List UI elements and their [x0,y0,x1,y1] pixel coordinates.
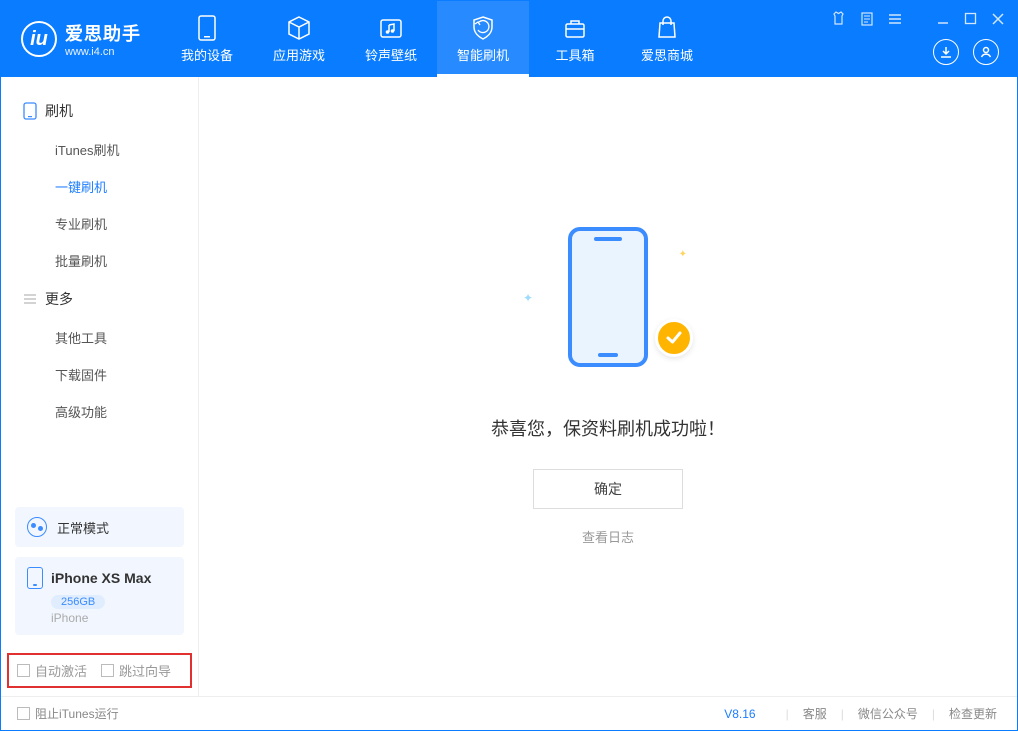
section-flash: 刷机 [1,91,198,131]
link-wechat[interactable]: 微信公众号 [854,705,922,722]
checkbox-icon [101,664,114,677]
music-folder-icon [378,15,404,41]
sidebar-item-itunes-flash[interactable]: iTunes刷机 [1,131,198,168]
sparkle-icon: ✦ [679,249,687,260]
phone-illustration [568,227,648,367]
nav-smart-flash[interactable]: 智能刷机 [437,1,529,77]
menu-icon[interactable] [888,12,902,26]
phone-icon [194,15,220,41]
section-more: 更多 [1,279,198,319]
check-icon [655,319,693,357]
phone-icon [27,567,43,589]
toolbox-icon [562,15,588,41]
version-label: V8.16 [724,707,755,721]
download-icon[interactable] [933,39,959,65]
mode-label: 正常模式 [57,518,109,537]
sidebar-item-pro-flash[interactable]: 专业刷机 [1,205,198,242]
header-bottom-actions [933,39,999,65]
nav-store[interactable]: 爱思商城 [621,1,713,77]
nav-toolbox[interactable]: 工具箱 [529,1,621,77]
device-name: iPhone XS Max [51,570,151,586]
window-controls [831,11,1005,26]
tshirt-icon[interactable] [831,11,846,26]
device-icon [23,102,37,120]
success-illustration: ✦ ✦ ✦ [533,227,683,387]
sidebar-menu: 刷机 iTunes刷机 一键刷机 专业刷机 批量刷机 更多 其他工具 下载固件 … [1,77,198,444]
link-check-update[interactable]: 检查更新 [945,705,1001,722]
checkbox-block-itunes[interactable]: 阻止iTunes运行 [17,705,119,722]
sparkle-icon: ✦ [523,291,533,305]
top-nav: 我的设备 应用游戏 铃声壁纸 智能刷机 [161,1,713,77]
cube-icon [286,15,312,41]
shield-icon [470,15,496,41]
mode-icon [27,517,47,537]
logo-icon: iu [21,21,57,57]
success-message: 恭喜您，保资料刷机成功啦！ [491,415,725,441]
sidebar: 刷机 iTunes刷机 一键刷机 专业刷机 批量刷机 更多 其他工具 下载固件 … [1,77,199,696]
device-panel: 正常模式 iPhone XS Max 256GB iPhone [1,499,198,643]
main-content: ✦ ✦ ✦ 恭喜您，保资料刷机成功啦！ 确定 查看日志 [199,77,1017,696]
sidebar-item-download-firmware[interactable]: 下载固件 [1,356,198,393]
titlebar: iu 爱思助手 www.i4.cn 我的设备 应用游戏 [1,1,1017,77]
app-window: iu 爱思助手 www.i4.cn 我的设备 应用游戏 [0,0,1018,731]
close-icon[interactable] [991,12,1005,26]
view-log-link[interactable]: 查看日志 [582,527,634,546]
link-support[interactable]: 客服 [799,705,831,722]
sidebar-item-oneclick-flash[interactable]: 一键刷机 [1,168,198,205]
bag-icon [654,15,680,41]
note-icon[interactable] [860,12,874,26]
ok-button[interactable]: 确定 [533,469,683,509]
checkbox-auto-activate[interactable]: 自动激活 [17,661,87,680]
checkbox-icon [17,707,30,720]
minimize-icon[interactable] [936,12,950,26]
mode-card[interactable]: 正常模式 [15,507,184,547]
checkbox-icon [17,664,30,677]
sidebar-item-other-tools[interactable]: 其他工具 [1,319,198,356]
maximize-icon[interactable] [964,12,977,25]
sidebar-item-batch-flash[interactable]: 批量刷机 [1,242,198,279]
logo[interactable]: iu 爱思助手 www.i4.cn [1,1,161,77]
sidebar-item-advanced[interactable]: 高级功能 [1,393,198,430]
body: 刷机 iTunes刷机 一键刷机 专业刷机 批量刷机 更多 其他工具 下载固件 … [1,77,1017,696]
user-icon[interactable] [973,39,999,65]
statusbar: 阻止iTunes运行 V8.16 | 客服 | 微信公众号 | 检查更新 [1,696,1017,730]
bottom-options: 自动激活 跳过向导 [7,653,192,688]
app-url: www.i4.cn [65,46,141,58]
device-card[interactable]: iPhone XS Max 256GB iPhone [15,557,184,635]
list-icon [23,292,37,306]
app-name: 爱思助手 [65,20,141,46]
storage-badge: 256GB [51,595,105,609]
nav-ringtones-wallpapers[interactable]: 铃声壁纸 [345,1,437,77]
nav-my-device[interactable]: 我的设备 [161,1,253,77]
checkbox-skip-guide[interactable]: 跳过向导 [101,661,171,680]
nav-apps-games[interactable]: 应用游戏 [253,1,345,77]
device-type: iPhone [51,611,172,625]
